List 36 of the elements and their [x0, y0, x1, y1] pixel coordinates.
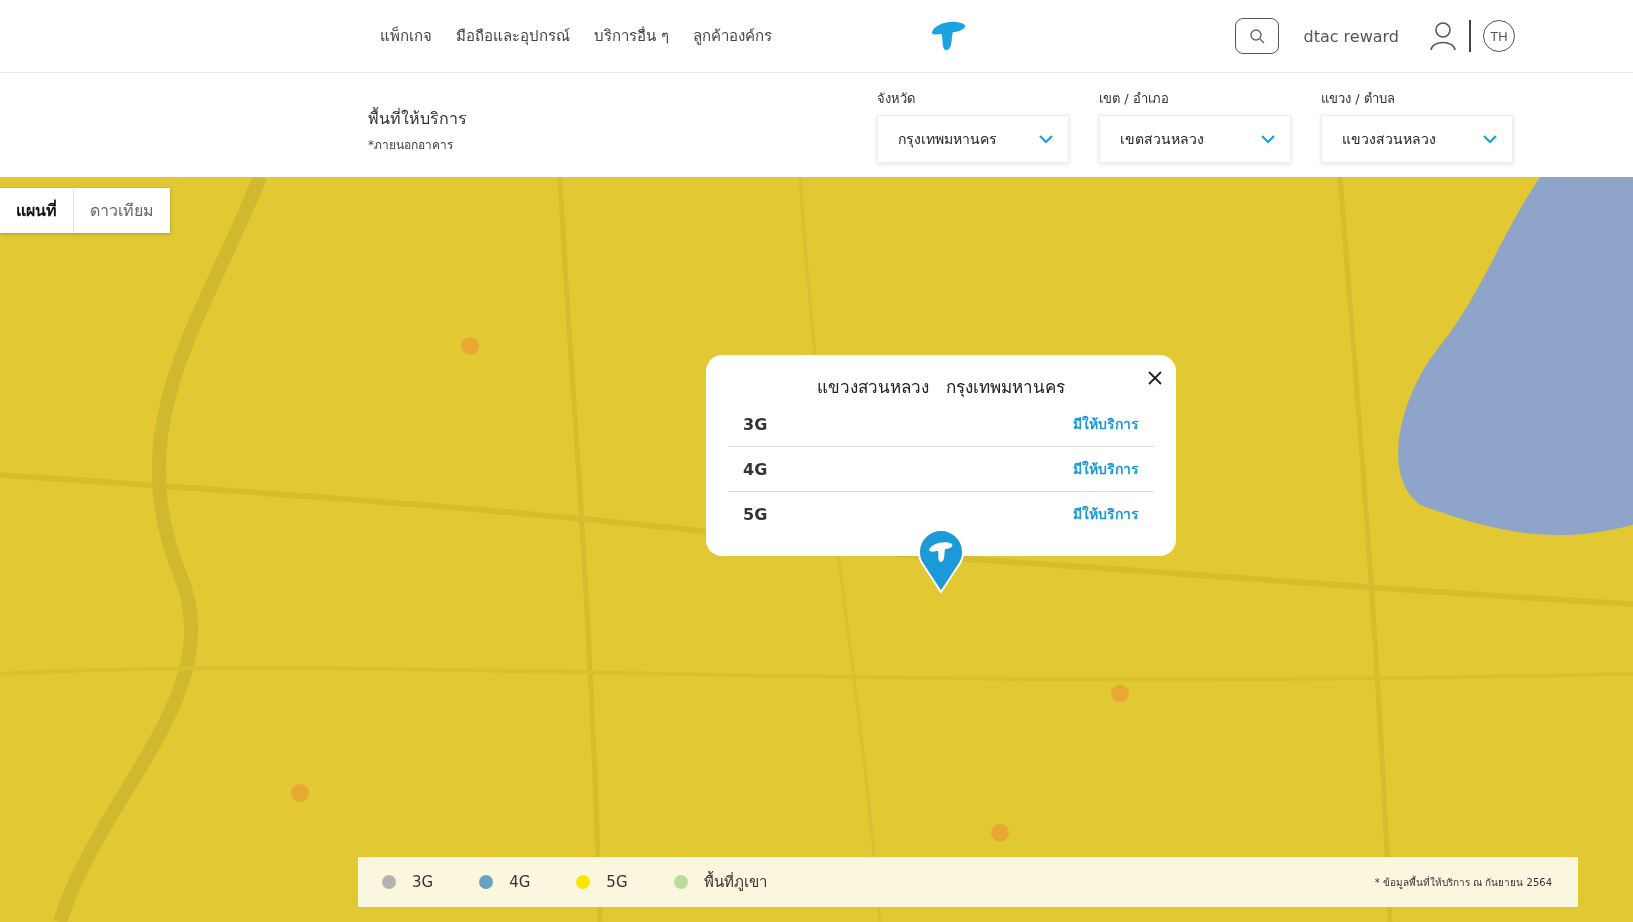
map-tab[interactable]: แผนที่ [0, 188, 73, 233]
dropdown-label: เขต / อำเภอ [1099, 89, 1170, 108]
status-text: มีให้บริการ [1073, 504, 1139, 524]
status-text: มีให้บริการ [1073, 414, 1139, 434]
nav-link[interactable]: แพ็กเกจ [380, 24, 432, 48]
legend-label: 3G [412, 873, 434, 891]
search-icon [1249, 28, 1266, 44]
language-button[interactable]: TH [1483, 20, 1515, 52]
dropdown[interactable]: กรุงเทพมหานคร [877, 114, 1069, 163]
dropdown[interactable]: เขตสวนหลวง [1099, 114, 1291, 163]
nav-link[interactable]: บริการอื่น ๆ [594, 24, 669, 48]
dropdown-label: จังหวัด [877, 89, 916, 108]
network-label: 4G [743, 459, 768, 479]
chevron-down-icon [1260, 133, 1276, 144]
section-note: *ภายนอกอาคาร [368, 137, 454, 154]
status-text: มีให้บริการ [1073, 459, 1139, 479]
user-icon[interactable] [1429, 21, 1457, 51]
popup-title: แขวงสวนหลวง กรุงเทพมหานคร [817, 376, 1065, 400]
close-icon[interactable] [1148, 371, 1162, 385]
network-label: 5G [743, 504, 768, 524]
nav-link[interactable]: มือถือและอุปกรณ์ [456, 24, 570, 48]
reward-link[interactable]: dtac reward [1303, 26, 1399, 46]
legend-label: 4G [509, 873, 531, 891]
search-button[interactable] [1235, 18, 1280, 54]
dropdown-label: แขวง / ตำบล [1321, 89, 1396, 108]
legend-label: 5G [606, 873, 628, 891]
dropdown[interactable]: แขวงสวนหลวง [1321, 114, 1513, 163]
legend-label: พื้นที่ภูเขา [703, 870, 767, 893]
map-tab[interactable]: ดาวเทียม [73, 188, 170, 233]
map-pin-icon[interactable] [918, 528, 964, 594]
section-title: พื้นที่ให้บริการ [368, 106, 467, 130]
chevron-down-icon [1482, 133, 1498, 144]
chevron-down-icon [1038, 133, 1054, 144]
legend-note: * ข้อมูลพื้นที่ให้บริการ ณ กันยายน 2564 [1374, 874, 1552, 890]
nav-link[interactable]: ลูกค้าองค์กร [692, 24, 772, 48]
network-label: 3G [743, 414, 768, 434]
